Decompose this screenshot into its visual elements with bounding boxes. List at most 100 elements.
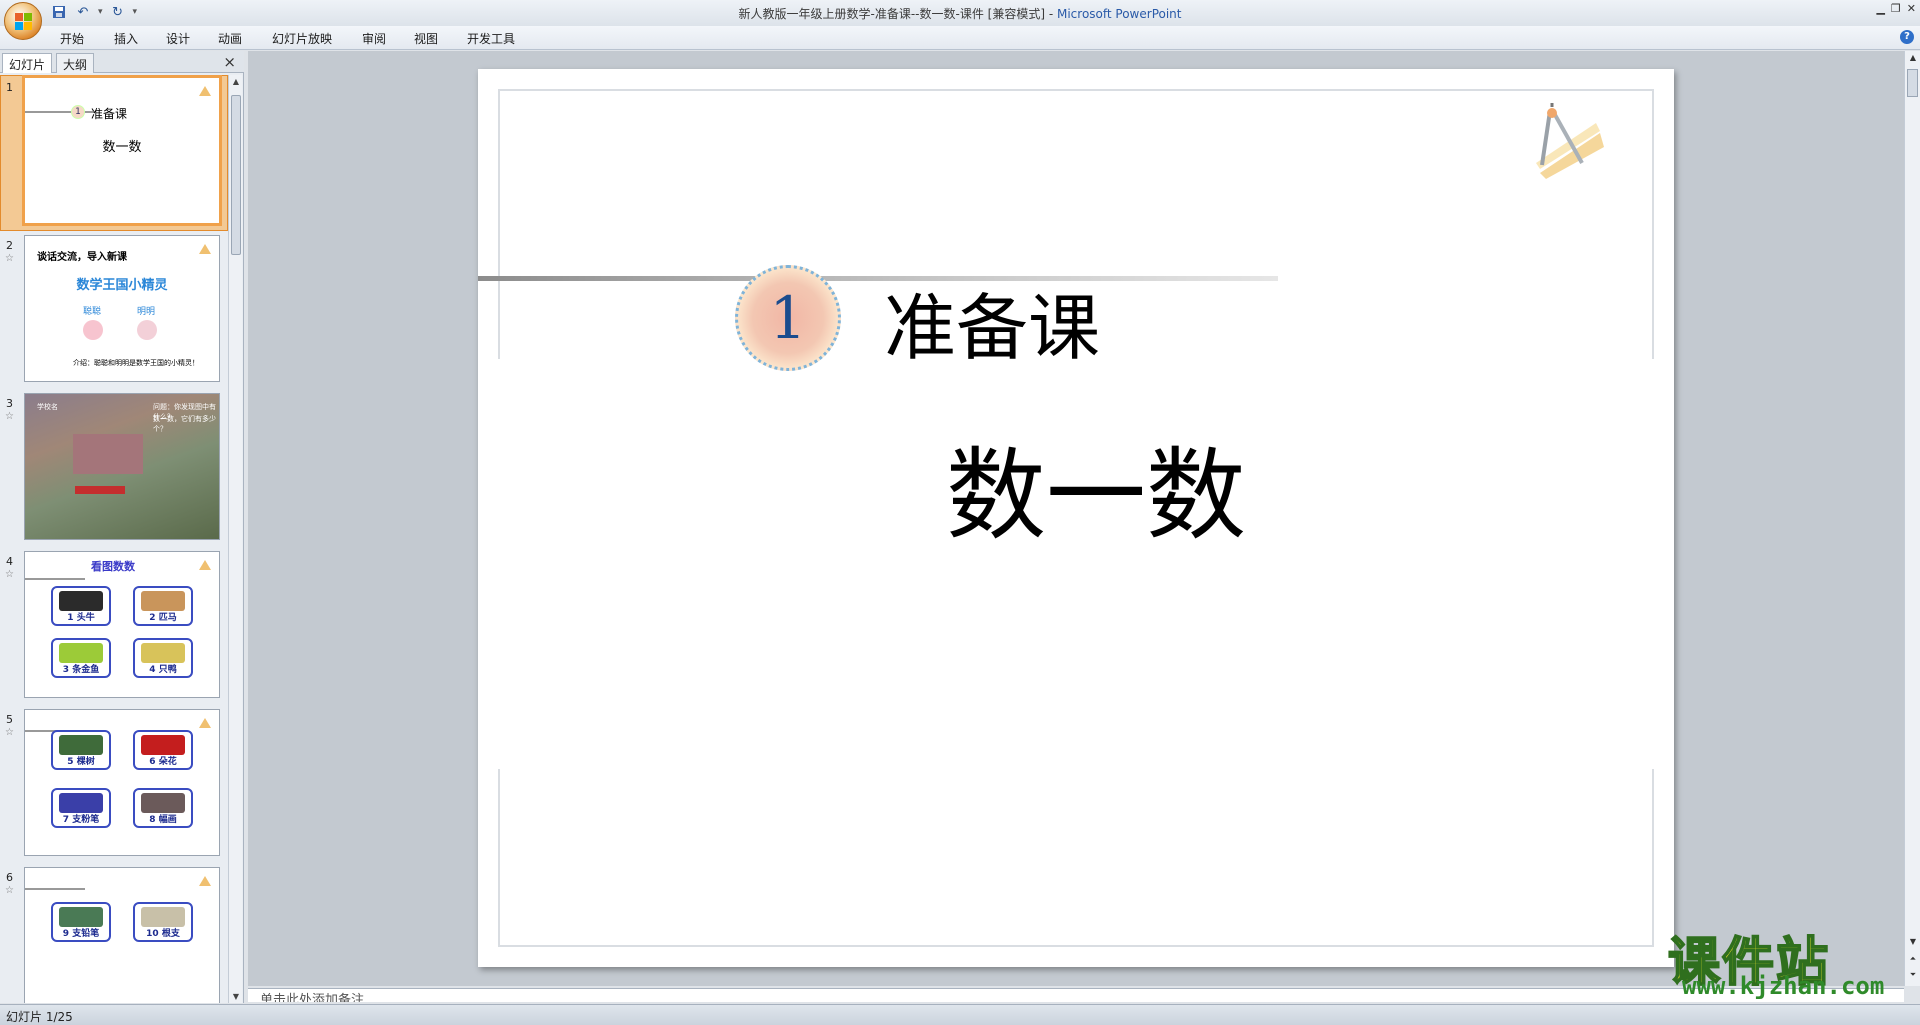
heading-rule [25, 888, 85, 890]
count-card: 4 只鸭 [133, 638, 193, 678]
count-card: 1 头牛 [51, 586, 111, 626]
thumbnail-slide-5[interactable]: 5 棵树 6 朵花 7 支粉笔 8 幅画 [24, 709, 220, 856]
count-card: 3 条金鱼 [51, 638, 111, 678]
card-label: 8 幅画 [149, 815, 177, 825]
tab-slideshow[interactable]: 幻灯片放映 [272, 30, 332, 47]
tab-design[interactable]: 设计 [166, 30, 190, 47]
compass-icon [199, 84, 211, 96]
tab-animations[interactable]: 动画 [218, 30, 242, 47]
card-label: 3 条金鱼 [62, 665, 100, 675]
pane-close-icon[interactable]: × [223, 53, 236, 71]
thumb-subtitle: 数学王国小精灵 [76, 278, 168, 293]
thumbnail-item[interactable]: 2 ☆ 谈话交流，导入新课 数学王国小精灵 聪聪 明明 介绍：聪聪和明明是数学王… [0, 233, 228, 385]
cow-icon [59, 591, 103, 611]
thumb-heading: 看图数数 [91, 560, 135, 573]
thumb-left-name: 聪聪 [83, 307, 102, 317]
fish-icon [59, 643, 103, 663]
thumbnail-number: 2 [6, 239, 13, 252]
notes-placeholder[interactable]: 单击此处添加备注 [260, 989, 364, 1002]
topic-title[interactable]: 数一数 [478, 414, 1674, 559]
lesson-title[interactable]: 准备课 [884, 269, 1100, 374]
ribbon-tab-bar: 开始 插入 设计 动画 幻灯片放映 审阅 视图 开发工具 ? [0, 26, 1920, 50]
tab-developer[interactable]: 开发工具 [467, 30, 515, 47]
compass-icon [199, 874, 211, 886]
thumb-school-label: 学校名 [37, 403, 58, 411]
animation-star-icon: ☆ [5, 253, 14, 264]
heading-rule [478, 276, 1278, 281]
slide-scrollbar[interactable]: ▲ ▼ ⏶ ⏷ [1904, 51, 1920, 986]
tab-outline[interactable]: 大纲 [56, 53, 95, 73]
window-controls: ▁ ❐ ✕ [1876, 2, 1916, 15]
thumbnail-number: 3 [6, 397, 13, 410]
thumbnail-item[interactable]: 6 ☆ 9 支铅笔 10 根支 [0, 865, 228, 1003]
watermark-logo: 课件站 www.kjzhan.com [1667, 920, 1908, 1002]
document-title: 新人教版一年级上册数学-准备课--数一数-课件 [兼容模式] [738, 7, 1046, 21]
thumbnail-item[interactable]: 1 1 准备课 数一数 [0, 75, 228, 231]
animation-star-icon: ☆ [5, 885, 14, 896]
thumbnail-slide-3[interactable]: 问题：你发现图中有什么？ 数一数，它们有多少个？ 学校名 [24, 393, 220, 540]
animation-star-icon: ☆ [5, 569, 14, 580]
title-bar: ↶ ▾ ↻ ▾ 新人教版一年级上册数学-准备课--数一数-课件 [兼容模式] -… [0, 0, 1920, 40]
tab-view[interactable]: 视图 [414, 30, 438, 47]
scroll-thumb[interactable] [1907, 69, 1918, 97]
thumbnail-item[interactable]: 3 ☆ 问题：你发现图中有什么？ 数一数，它们有多少个？ 学校名 [0, 391, 228, 543]
card-label: 2 匹马 [149, 613, 177, 623]
tab-review[interactable]: 审阅 [362, 30, 386, 47]
thumbnail-number: 4 [6, 555, 13, 568]
thumbnail-slide-1[interactable]: 1 准备课 数一数 [22, 75, 222, 226]
window-title: 新人教版一年级上册数学-准备课--数一数-课件 [兼容模式] - Microso… [0, 5, 1920, 22]
tree-icon [59, 735, 103, 755]
thumbnail-number: 5 [6, 713, 13, 726]
thumbnail-slide-2[interactable]: 谈话交流，导入新课 数学王国小精灵 聪聪 明明 介绍：聪聪和明明是数学王国的小精… [24, 235, 220, 382]
app-name: Microsoft PowerPoint [1056, 7, 1182, 21]
card-label: 6 朵花 [149, 757, 177, 767]
card-label: 9 支铅笔 [62, 929, 100, 939]
scroll-up-icon[interactable]: ▲ [1905, 53, 1920, 62]
thumb-heading: 谈话交流，导入新课 [37, 252, 127, 263]
thumb-right-name: 明明 [137, 307, 156, 317]
watermark-url: www.kjzhan.com [1682, 972, 1885, 1000]
thumbnail-number: 6 [6, 871, 13, 884]
thumb-footer: 介绍：聪聪和明明是数学王国的小精灵！ [73, 359, 199, 367]
thumbnail-item[interactable]: 5 ☆ 5 棵树 6 朵花 7 支粉笔 8 幅画 [0, 707, 228, 859]
close-icon[interactable]: ✕ [1907, 2, 1916, 15]
thumb-question-2: 数一数，它们有多少个？ [153, 415, 216, 433]
scroll-up-icon[interactable]: ▲ [229, 77, 243, 86]
duck-icon [141, 643, 185, 663]
animation-star-icon: ☆ [5, 727, 14, 738]
tab-slides[interactable]: 幻灯片 [2, 53, 53, 73]
thumbnail-item[interactable]: 4 ☆ 看图数数 1 头牛 2 匹马 3 条金鱼 4 只鸭 [0, 549, 228, 701]
count-card: 8 幅画 [133, 788, 193, 828]
notes-pane[interactable]: 单击此处添加备注 [248, 988, 1904, 1002]
thumb-lesson: 准备课 [91, 107, 128, 121]
slides-pane: 幻灯片 大纲 × 1 1 准备课 数一数 2 ☆ 谈话交流，导入新课 数学王国小… [0, 51, 244, 1003]
compass-icon [199, 558, 211, 570]
office-logo-icon [15, 13, 33, 31]
count-card: 6 朵花 [133, 730, 193, 770]
card-label: 5 棵树 [67, 757, 95, 767]
thumbnail-scrollbar[interactable]: ▲ ▼ [228, 75, 242, 1003]
picture-icon [141, 793, 185, 813]
title-separator: - [1045, 7, 1057, 21]
number-badge: 1 [71, 105, 85, 119]
chalk-icon [59, 793, 103, 813]
thumbnail-slide-4[interactable]: 看图数数 1 头牛 2 匹马 3 条金鱼 4 只鸭 [24, 551, 220, 698]
heading-rule [25, 578, 85, 580]
scroll-down-icon[interactable]: ▼ [229, 992, 243, 1001]
thumb-topic: 数一数 [102, 140, 142, 155]
thumbnail-slide-6[interactable]: 9 支铅笔 10 根支 [24, 867, 220, 1003]
tab-insert[interactable]: 插入 [114, 30, 138, 47]
minimize-icon[interactable]: ▁ [1876, 2, 1884, 15]
tab-home[interactable]: 开始 [60, 30, 84, 47]
count-card: 5 棵树 [51, 730, 111, 770]
slide-counter: 幻灯片 1/25 [6, 1010, 73, 1024]
scroll-thumb[interactable] [231, 95, 241, 255]
help-icon[interactable]: ? [1900, 30, 1914, 44]
pencil-icon [59, 907, 103, 927]
office-button[interactable] [4, 2, 42, 40]
sprite-icon [83, 320, 103, 340]
status-bar: 幻灯片 1/25 [0, 1004, 1920, 1025]
animation-star-icon: ☆ [5, 411, 14, 422]
restore-icon[interactable]: ❐ [1891, 2, 1901, 15]
current-slide[interactable]: 1 准备课 数一数 [478, 69, 1674, 967]
